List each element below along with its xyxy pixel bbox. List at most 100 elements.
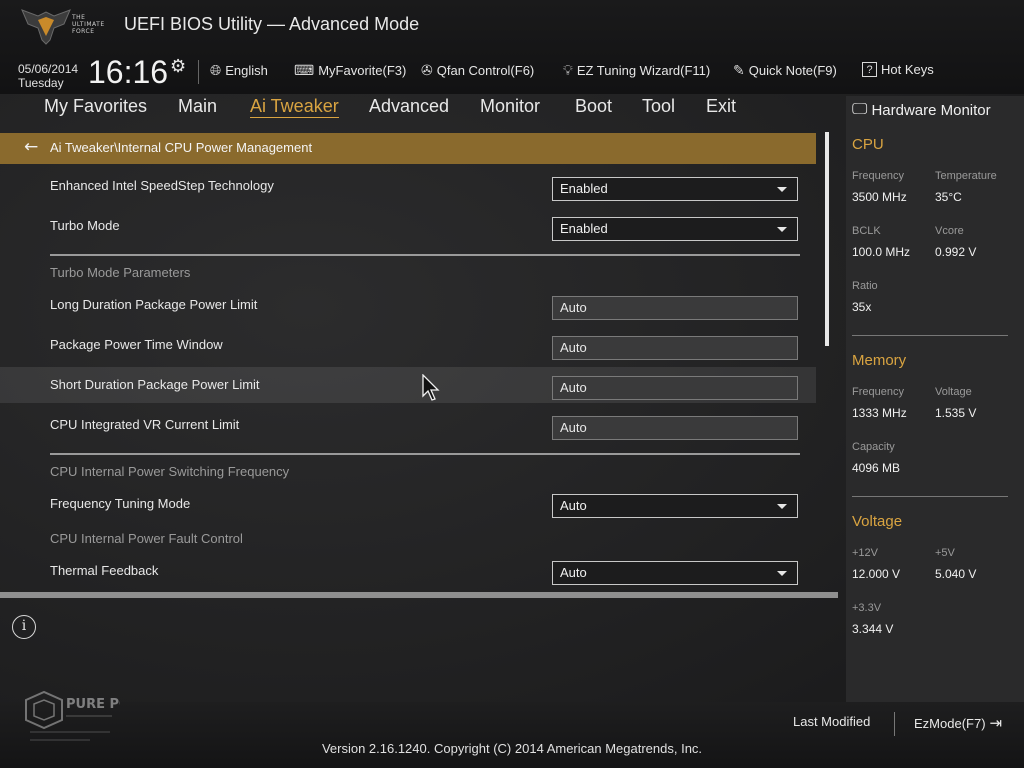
- monitor-icon: 🖵︎: [852, 101, 868, 118]
- thermal-feedback-dropdown[interactable]: Auto: [552, 561, 798, 585]
- setting-label: Package Power Time Window: [50, 337, 223, 352]
- setting-label: Short Duration Package Power Limit: [50, 377, 260, 392]
- hw-value: 1333 MHz: [852, 406, 907, 420]
- tab-main[interactable]: Main: [178, 96, 217, 117]
- hw-label: Frequency: [852, 386, 904, 398]
- quick-note-label: Quick Note(F9): [748, 63, 837, 78]
- caret-down-icon: [777, 504, 787, 509]
- tab-boot[interactable]: Boot: [575, 96, 612, 117]
- hw-value: 35x: [852, 300, 872, 314]
- setting-speedstep[interactable]: Enhanced Intel SpeedStep Technology Enab…: [0, 172, 816, 202]
- hw-label: +5V: [935, 547, 955, 559]
- last-modified-button[interactable]: Last Modified: [793, 714, 870, 729]
- lightbulb-icon: 💡︎: [563, 62, 573, 78]
- short-duration-field[interactable]: Auto: [552, 376, 798, 400]
- freq-tuning-dropdown[interactable]: Auto: [552, 494, 798, 518]
- dropdown-value: Auto: [560, 565, 587, 580]
- setting-long-duration[interactable]: Long Duration Package Power Limit Auto: [0, 291, 816, 321]
- hw-divider: [852, 496, 1008, 497]
- hw-title-text: Hardware Monitor: [871, 101, 991, 119]
- divider: [50, 453, 800, 455]
- speedstep-dropdown[interactable]: Enabled: [552, 177, 798, 201]
- hw-value: 12.000 V: [852, 567, 901, 581]
- clock: 16:16: [88, 54, 169, 90]
- hw-label: BCLK: [852, 225, 881, 237]
- tab-my-favorites[interactable]: My Favorites: [44, 96, 147, 117]
- mouse-cursor-icon: [422, 374, 440, 401]
- tab-advanced[interactable]: Advanced: [369, 96, 449, 117]
- time-window-field[interactable]: Auto: [552, 336, 798, 360]
- language-label: English: [225, 63, 268, 78]
- group-heading-turbo: Turbo Mode Parameters: [50, 265, 191, 280]
- hardware-monitor-title: 🖵︎ Hardware Monitor: [852, 101, 991, 119]
- caret-down-icon: [777, 571, 787, 576]
- hw-value: 4096 MB: [852, 461, 901, 475]
- tab-ai-tweaker[interactable]: Ai Tweaker: [250, 96, 339, 118]
- divider: [50, 254, 800, 256]
- ez-tuning-label: EZ Tuning Wizard(F11): [576, 63, 711, 78]
- setting-label: Enhanced Intel SpeedStep Technology: [50, 178, 274, 193]
- separator: [198, 60, 199, 84]
- tab-tool[interactable]: Tool: [642, 96, 675, 117]
- tab-monitor[interactable]: Monitor: [480, 96, 540, 117]
- hw-label: Voltage: [935, 386, 972, 398]
- hw-label: +12V: [852, 547, 878, 559]
- setting-thermal-feedback[interactable]: Thermal Feedback Auto: [0, 557, 816, 587]
- turbo-mode-dropdown[interactable]: Enabled: [552, 217, 798, 241]
- keyboard-icon: ⌨: [294, 62, 315, 78]
- hw-label: Frequency: [852, 170, 904, 182]
- purepc-watermark: PURE PC: [25, 690, 120, 741]
- hw-value: 1.535 V: [935, 406, 977, 420]
- fan-icon: ✇: [421, 62, 433, 78]
- hw-label: Vcore: [935, 225, 964, 237]
- setting-label: Frequency Tuning Mode: [50, 496, 191, 511]
- dropdown-value: Auto: [560, 498, 587, 513]
- tab-exit[interactable]: Exit: [706, 96, 736, 117]
- ezmode-label: EzMode(F7): [914, 715, 986, 731]
- caret-down-icon: [777, 227, 787, 232]
- hw-voltage-heading: Voltage: [852, 513, 903, 530]
- hardware-monitor-panel: 🖵︎ Hardware Monitor CPU Frequency Temper…: [846, 96, 1024, 702]
- setting-vr-current[interactable]: CPU Integrated VR Current Limit Auto: [0, 411, 816, 441]
- long-duration-field[interactable]: Auto: [552, 296, 798, 320]
- exit-arrow-icon: ⇥: [989, 715, 1003, 732]
- app-title: UEFI BIOS Utility — Advanced Mode: [124, 14, 420, 34]
- dropdown-value: Enabled: [560, 181, 608, 196]
- hw-value: 35°C: [935, 190, 962, 204]
- setting-time-window[interactable]: Package Power Time Window Auto: [0, 331, 816, 361]
- day-text: Tuesday: [18, 76, 64, 90]
- ezmode-button[interactable]: EzMode(F7) ⇥: [914, 714, 1002, 732]
- hw-value: 0.992 V: [935, 245, 977, 259]
- hot-keys-button[interactable]: ? Hot Keys: [862, 62, 934, 77]
- qfan-button[interactable]: ✇ Qfan Control(F6): [421, 62, 534, 79]
- setting-turbo-mode[interactable]: Turbo Mode Enabled: [0, 212, 816, 242]
- ez-tuning-button[interactable]: 💡︎ EZ Tuning Wizard(F11): [563, 62, 710, 79]
- date-text: 05/06/2014: [18, 62, 79, 76]
- breadcrumb: ← Ai Tweaker\Internal CPU Power Manageme…: [0, 133, 816, 164]
- bottom-bar: [0, 702, 1024, 768]
- setting-freq-tuning[interactable]: Frequency Tuning Mode Auto: [0, 490, 816, 520]
- gear-icon[interactable]: ⚙: [170, 56, 186, 77]
- vr-current-field[interactable]: Auto: [552, 416, 798, 440]
- separator: [894, 712, 895, 736]
- info-separator: [0, 592, 838, 598]
- globe-icon: 🌐︎: [210, 62, 222, 78]
- group-heading-switching: CPU Internal Power Switching Frequency: [50, 464, 290, 479]
- setting-label: CPU Integrated VR Current Limit: [50, 417, 240, 432]
- caret-down-icon: [777, 187, 787, 192]
- hw-value: 3500 MHz: [852, 190, 907, 204]
- quick-note-button[interactable]: ✎ Quick Note(F9): [733, 62, 837, 79]
- language-button[interactable]: 🌐︎ English: [210, 62, 268, 79]
- qfan-label: Qfan Control(F6): [436, 63, 535, 78]
- setting-label: Turbo Mode: [50, 218, 120, 233]
- hw-divider: [852, 335, 1008, 336]
- hw-value: 3.344 V: [852, 622, 894, 636]
- hw-label: Ratio: [852, 280, 878, 292]
- breadcrumb-text: Ai Tweaker\Internal CPU Power Management: [50, 140, 313, 155]
- date-display: 05/06/2014 Tuesday: [18, 62, 78, 90]
- scrollbar-thumb[interactable]: [825, 132, 829, 346]
- settings-list: Enhanced Intel SpeedStep Technology Enab…: [0, 164, 816, 592]
- setting-short-duration[interactable]: Short Duration Package Power Limit Auto: [0, 367, 816, 403]
- myfavorite-button[interactable]: ⌨ MyFavorite(F3): [294, 62, 406, 79]
- back-arrow-icon[interactable]: ←: [24, 137, 38, 157]
